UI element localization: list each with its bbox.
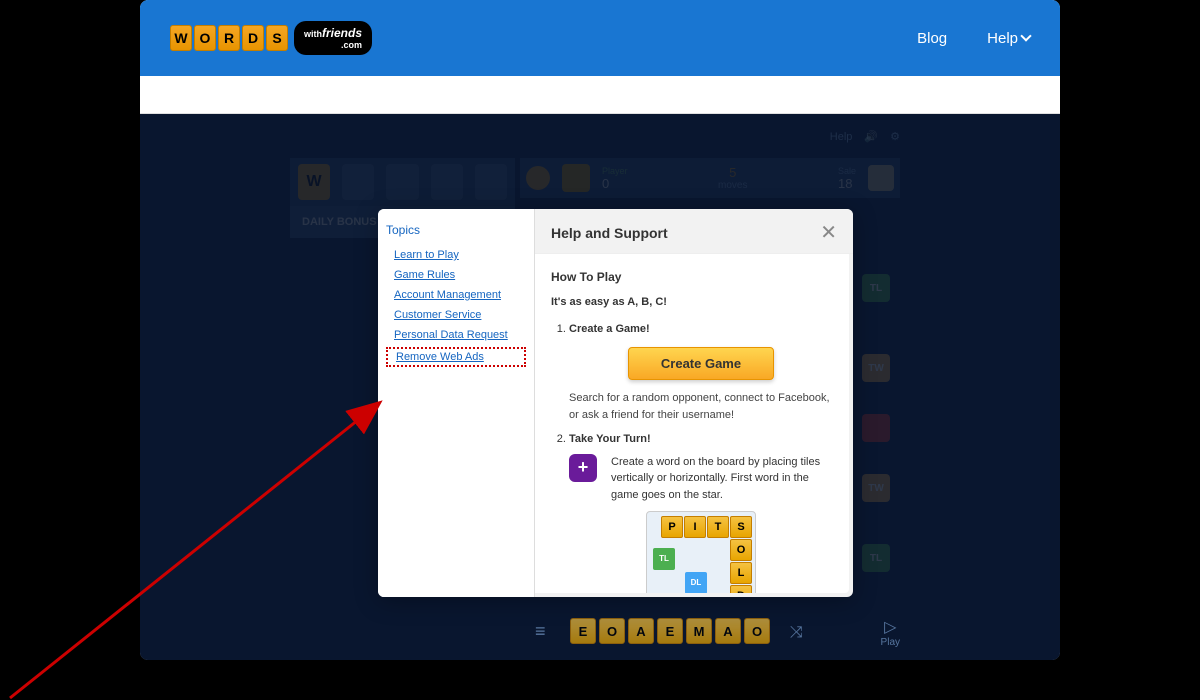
preview-tile-i: I: [684, 516, 706, 538]
easy-as-text: It's as easy as A, B, C!: [551, 294, 833, 311]
blog-link[interactable]: Blog: [917, 30, 947, 47]
shuffle-icon[interactable]: ⤨: [790, 624, 803, 642]
chevron-down-icon: [1020, 30, 1031, 41]
step2-label: Take Your Turn!: [569, 433, 651, 445]
hamburger-icon[interactable]: ≡: [535, 621, 546, 642]
preview-tile-o: O: [730, 539, 752, 561]
logo-letter-r: R: [218, 25, 240, 51]
rack-tile-5[interactable]: A: [715, 618, 741, 644]
topic-personal-data[interactable]: Personal Data Request: [386, 325, 526, 345]
modal-sidebar: Topics Learn to Play Game Rules Account …: [378, 209, 535, 597]
logo-letter-s: S: [266, 25, 288, 51]
modal-content[interactable]: How To Play It's as easy as A, B, C! Cre…: [535, 254, 849, 593]
help-modal: Topics Learn to Play Game Rules Account …: [378, 209, 853, 597]
plus-icon: +: [569, 454, 597, 482]
rack-tile-1[interactable]: O: [599, 618, 625, 644]
step1-label: Create a Game!: [569, 323, 650, 335]
preview-tile-t: T: [707, 516, 729, 538]
topic-remove-ads-highlighted: Remove Web Ads: [386, 347, 526, 367]
step1-subtext: Search for a random opponent, connect to…: [569, 390, 833, 423]
preview-tile-p: P: [661, 516, 683, 538]
topic-customer-service[interactable]: Customer Service: [386, 305, 526, 325]
preview-tile-d: D: [730, 585, 752, 593]
topic-learn-to-play[interactable]: Learn to Play: [386, 245, 526, 265]
preview-dl: DL: [685, 572, 707, 593]
play-button[interactable]: ▷Play: [881, 617, 900, 648]
tile-rack: E O A E M A O: [570, 618, 770, 644]
sub-header: [140, 76, 1060, 114]
preview-tl: TL: [653, 548, 675, 570]
help-label: Help: [987, 30, 1018, 47]
topic-remove-ads[interactable]: Remove Web Ads: [396, 351, 520, 363]
rack-tile-2[interactable]: A: [628, 618, 654, 644]
how-to-play-heading: How To Play: [551, 268, 833, 286]
step2-subtext: Create a word on the board by placing ti…: [611, 454, 833, 504]
header-nav: Blog Help: [917, 30, 1030, 47]
help-dropdown[interactable]: Help: [987, 30, 1030, 47]
logo-letter-d: D: [242, 25, 264, 51]
preview-tile-s: S: [730, 516, 752, 538]
modal-header: Help and Support ✕: [535, 209, 853, 254]
preview-tile-l: L: [730, 562, 752, 584]
close-icon[interactable]: ✕: [820, 223, 837, 243]
logo-letter-w: W: [170, 25, 192, 51]
create-game-button[interactable]: Create Game: [628, 347, 774, 380]
modal-title: Help and Support: [551, 225, 668, 241]
logo-bubble: withfriends.com: [294, 21, 372, 55]
board-preview: P I T S O L D TL DL: [646, 511, 756, 593]
topic-account-management[interactable]: Account Management: [386, 285, 526, 305]
rack-tile-4[interactable]: M: [686, 618, 712, 644]
logo-letter-o: O: [194, 25, 216, 51]
main-header: W O R D S withfriends.com Blog Help: [140, 0, 1060, 76]
rack-tile-0[interactable]: E: [570, 618, 596, 644]
modal-main: Help and Support ✕ How To Play It's as e…: [535, 209, 853, 597]
topics-heading: Topics: [386, 223, 526, 237]
rack-tile-6[interactable]: O: [744, 618, 770, 644]
browser-frame: W O R D S withfriends.com Blog Help Help…: [140, 0, 1060, 660]
topic-game-rules[interactable]: Game Rules: [386, 265, 526, 285]
logo[interactable]: W O R D S withfriends.com: [170, 21, 372, 55]
game-area: Help 🔊 ⚙ W DAILY BONUS & REWARDS Player …: [140, 114, 1060, 660]
rack-tile-3[interactable]: E: [657, 618, 683, 644]
